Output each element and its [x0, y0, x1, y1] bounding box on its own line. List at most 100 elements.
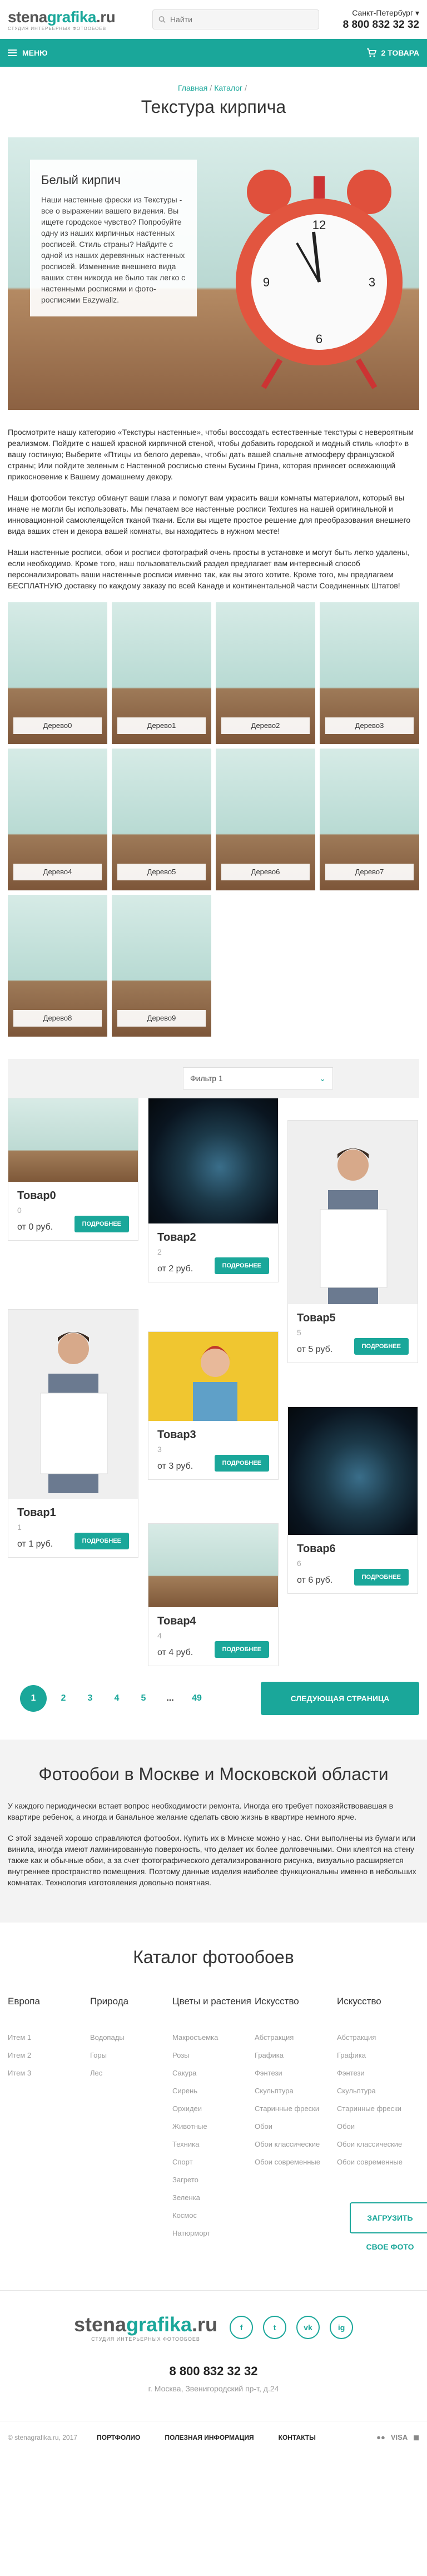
catalog-link[interactable]: Космос — [172, 2211, 255, 2220]
catalog-link[interactable]: Фэнтези — [255, 2069, 337, 2077]
product-image[interactable] — [8, 1098, 138, 1182]
product-card[interactable]: Товар3 3 от 3 руб. ПОДРОБНЕЕ — [148, 1331, 279, 1480]
page-2[interactable]: 2 — [53, 1688, 73, 1708]
catalog-link[interactable]: Обои — [337, 2122, 419, 2131]
catalog-link[interactable]: Абстракция — [337, 2033, 419, 2042]
instagram-icon[interactable]: ig — [330, 2316, 354, 2339]
product-name[interactable]: Товар3 — [157, 1429, 269, 1441]
catalog-column-title[interactable]: Цветы и растения — [172, 1995, 255, 2024]
catalog-link[interactable]: Графика — [337, 2051, 419, 2059]
filter-select[interactable]: Фильтр 1 ⌄ — [183, 1067, 333, 1089]
product-name[interactable]: Товар5 — [297, 1312, 409, 1325]
subcategory-tile[interactable]: Дерево0 — [8, 602, 107, 744]
page-last[interactable]: 49 — [187, 1688, 207, 1708]
catalog-link[interactable]: Скульптура — [255, 2087, 337, 2095]
catalog-link[interactable]: Старинные фрески — [255, 2104, 337, 2113]
subcategory-tile[interactable]: Дерево4 — [8, 749, 107, 890]
subcategory-tile[interactable]: Дерево9 — [112, 895, 211, 1037]
details-button[interactable]: ПОДРОБНЕЕ — [214, 1641, 269, 1658]
footer-link-portfolio[interactable]: ПОРТФОЛИО — [97, 2434, 140, 2441]
details-button[interactable]: ПОДРОБНЕЕ — [354, 1338, 409, 1355]
product-card[interactable]: Товар0 0 от 0 руб. ПОДРОБНЕЕ — [8, 1098, 138, 1241]
breadcrumb-catalog[interactable]: Каталог — [214, 83, 242, 92]
catalog-link[interactable]: Старинные фрески — [337, 2104, 419, 2113]
product-card[interactable]: Товар5 5 от 5 руб. ПОДРОБНЕЕ — [287, 1120, 418, 1363]
details-button[interactable]: ПОДРОБНЕЕ — [214, 1455, 269, 1472]
catalog-link[interactable]: Лес — [90, 2069, 172, 2077]
catalog-link[interactable]: Сирень — [172, 2087, 255, 2095]
product-card[interactable]: Товар2 2 от 2 руб. ПОДРОБНЕЕ — [148, 1098, 279, 1282]
page-3[interactable]: 3 — [80, 1688, 100, 1708]
footer-phone[interactable]: 8 800 832 32 32 — [0, 2364, 427, 2379]
logo[interactable]: stenagrafika.ru студия интерьерных фотоо… — [8, 8, 136, 31]
page-1[interactable]: 1 — [20, 1685, 47, 1712]
product-image[interactable] — [288, 1407, 418, 1535]
details-button[interactable]: ПОДРОБНЕЕ — [214, 1257, 269, 1274]
subcategory-tile[interactable]: Дерево2 — [216, 602, 315, 744]
catalog-link[interactable]: Итем 1 — [8, 2033, 90, 2042]
product-image[interactable] — [148, 1524, 278, 1607]
city-selector[interactable]: Санкт-Петербург ▾ — [343, 8, 419, 18]
details-button[interactable]: ПОДРОБНЕЕ — [354, 1569, 409, 1586]
catalog-link[interactable]: Обои классические — [337, 2140, 419, 2148]
catalog-link[interactable]: Абстракция — [255, 2033, 337, 2042]
catalog-link[interactable]: Обои — [255, 2122, 337, 2131]
page-5[interactable]: 5 — [133, 1688, 153, 1708]
catalog-link[interactable]: Сакура — [172, 2069, 255, 2077]
search-box[interactable] — [152, 9, 319, 29]
catalog-link[interactable]: Водопады — [90, 2033, 172, 2042]
catalog-link[interactable]: Макросъемка — [172, 2033, 255, 2042]
catalog-column-title[interactable]: Европа — [8, 1995, 90, 2024]
subcategory-tile[interactable]: Дерево8 — [8, 895, 107, 1037]
twitter-icon[interactable]: t — [263, 2316, 287, 2339]
upload-photo-button[interactable]: ЗАГРУЗИТЬ СВОЕ ФОТО — [350, 2202, 427, 2251]
catalog-column-title[interactable]: Искусство — [337, 1995, 419, 2024]
subcategory-tile[interactable]: Дерево7 — [320, 749, 419, 890]
subcategory-tile[interactable]: Дерево1 — [112, 602, 211, 744]
catalog-link[interactable]: Розы — [172, 2051, 255, 2059]
next-page-button[interactable]: СЛЕДУЮЩАЯ СТРАНИЦА — [261, 1682, 419, 1715]
catalog-link[interactable]: Орхидеи — [172, 2104, 255, 2113]
footer-logo[interactable]: stenagrafika.ru студия интерьерных фотоо… — [74, 2313, 217, 2342]
product-card[interactable]: Товар6 6 от 6 руб. ПОДРОБНЕЕ — [287, 1406, 418, 1594]
catalog-link[interactable]: Животные — [172, 2122, 255, 2131]
footer-link-contacts[interactable]: КОНТАКТЫ — [279, 2434, 316, 2441]
product-image[interactable] — [148, 1332, 278, 1421]
page-4[interactable]: 4 — [107, 1688, 127, 1708]
catalog-link[interactable]: Техника — [172, 2140, 255, 2148]
product-name[interactable]: Товар0 — [17, 1190, 129, 1202]
catalog-link[interactable]: Загрето — [172, 2176, 255, 2184]
catalog-column-title[interactable]: Искусство — [255, 1995, 337, 2024]
catalog-link[interactable]: Обои современные — [337, 2158, 419, 2166]
catalog-link[interactable]: Натюрморт — [172, 2229, 255, 2237]
product-card[interactable]: Товар4 4 от 4 руб. ПОДРОБНЕЕ — [148, 1523, 279, 1666]
product-image[interactable] — [148, 1098, 278, 1223]
product-name[interactable]: Товар1 — [17, 1507, 129, 1519]
product-name[interactable]: Товар6 — [297, 1543, 409, 1555]
catalog-link[interactable]: Обои классические — [255, 2140, 337, 2148]
product-card[interactable]: Товар1 1 от 1 руб. ПОДРОБНЕЕ — [8, 1309, 138, 1558]
product-image[interactable] — [8, 1310, 138, 1499]
catalog-link[interactable]: Спорт — [172, 2158, 255, 2166]
footer-link-info[interactable]: ПОЛЕЗНАЯ ИНФОРМАЦИЯ — [165, 2434, 254, 2441]
header-phone[interactable]: 8 800 832 32 32 — [343, 19, 419, 31]
breadcrumb-home[interactable]: Главная — [178, 83, 207, 92]
menu-button[interactable]: МЕНЮ — [8, 48, 48, 57]
catalog-column-title[interactable]: Природа — [90, 1995, 172, 2024]
cart-button[interactable]: 2 ТОВАРА — [366, 48, 419, 57]
subcategory-tile[interactable]: Дерево6 — [216, 749, 315, 890]
subcategory-tile[interactable]: Дерево3 — [320, 602, 419, 744]
catalog-link[interactable]: Обои современные — [255, 2158, 337, 2166]
catalog-link[interactable]: Итем 2 — [8, 2051, 90, 2059]
subcategory-tile[interactable]: Дерево5 — [112, 749, 211, 890]
search-input[interactable] — [170, 15, 313, 24]
facebook-icon[interactable]: f — [230, 2316, 254, 2339]
catalog-link[interactable]: Скульптура — [337, 2087, 419, 2095]
product-name[interactable]: Товар2 — [157, 1231, 269, 1244]
product-image[interactable] — [288, 1121, 418, 1304]
details-button[interactable]: ПОДРОБНЕЕ — [74, 1216, 129, 1232]
catalog-link[interactable]: Горы — [90, 2051, 172, 2059]
catalog-link[interactable]: Фэнтези — [337, 2069, 419, 2077]
catalog-link[interactable]: Итем 3 — [8, 2069, 90, 2077]
catalog-link[interactable]: Зеленка — [172, 2193, 255, 2202]
